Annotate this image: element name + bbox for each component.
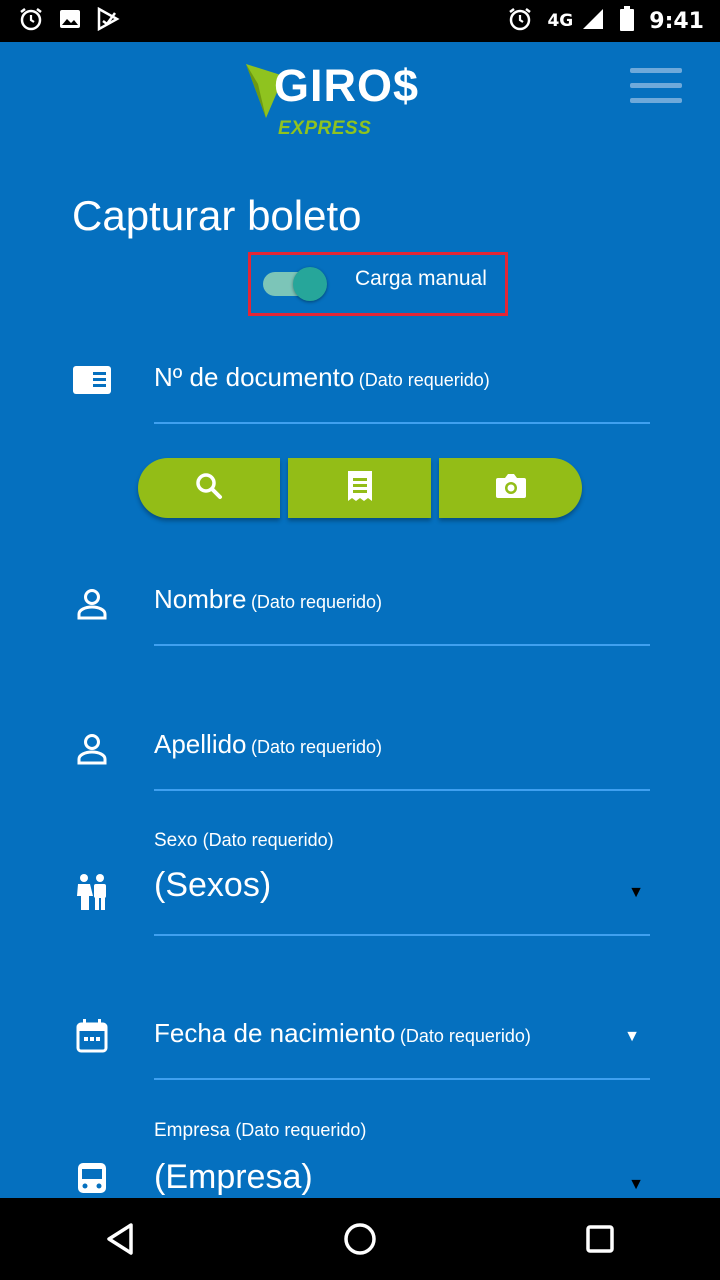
image-icon — [58, 7, 82, 35]
sexo-label: Sexo (Dato requerido) — [154, 830, 334, 852]
dropdown-caret-icon: ▼ — [628, 884, 644, 901]
alarm-icon — [18, 6, 44, 36]
calendar-icon — [72, 1016, 112, 1056]
nombre-required-hint: (Dato requerido) — [250, 592, 382, 612]
empresa-label: Empresa (Dato requerido) — [154, 1120, 366, 1142]
battery-icon — [619, 6, 635, 36]
birth-date-label: Fecha de nacimiento — [154, 1018, 396, 1048]
home-icon — [344, 1223, 376, 1255]
camera-button[interactable] — [439, 458, 582, 518]
back-button[interactable] — [90, 1209, 150, 1269]
manual-load-label: Carga manual — [355, 267, 487, 290]
back-icon — [107, 1223, 133, 1255]
receipt-icon — [346, 470, 374, 506]
dropdown-caret-icon: ▼ — [628, 1176, 644, 1193]
nombre-field[interactable]: Nombre (Dato requerido) — [154, 584, 650, 646]
logo-text: GIRO$ — [274, 60, 420, 111]
signal-icon — [581, 7, 605, 35]
empresa-label-text: Empresa — [154, 1120, 231, 1141]
document-required-hint: (Dato requerido) — [358, 370, 490, 390]
sexo-label-text: Sexo — [154, 830, 198, 851]
sexo-select[interactable]: (Sexos) ▼ — [154, 866, 650, 936]
sexo-value: (Sexos) — [154, 866, 272, 904]
system-navigation-bar — [0, 1198, 720, 1280]
apellido-field[interactable]: Apellido (Dato requerido) — [154, 729, 650, 791]
nombre-label: Nombre — [154, 584, 247, 614]
id-card-icon — [72, 360, 112, 400]
clock: 9:41 — [649, 8, 704, 34]
person-icon — [72, 584, 112, 624]
document-actions — [138, 458, 584, 520]
document-number-label: Nº de documento — [154, 362, 355, 392]
birth-date-required-hint: (Dato requerido) — [399, 1026, 531, 1046]
birth-date-field[interactable]: Fecha de nacimiento (Dato requerido) ▼ — [154, 1018, 650, 1080]
network-type: 4G — [547, 11, 574, 31]
sexo-required-hint: (Dato requerido) — [202, 830, 334, 850]
empresa-value: (Empresa) — [154, 1158, 313, 1196]
manual-load-toggle-highlight: Carga manual — [248, 252, 508, 316]
document-number-field[interactable]: Nº de documento (Dato requerido) — [154, 362, 650, 424]
app-logo: GIRO$ EXPRESS — [244, 60, 454, 150]
apellido-label: Apellido — [154, 729, 247, 759]
bus-icon — [72, 1160, 112, 1200]
play-store-icon — [96, 6, 120, 35]
hamburger-menu-button[interactable] — [630, 68, 682, 108]
recents-icon — [586, 1225, 614, 1253]
alarm-status-icon — [507, 6, 533, 36]
person-icon — [72, 729, 112, 769]
search-icon — [195, 472, 223, 505]
app-header: GIRO$ EXPRESS — [0, 42, 720, 152]
manual-load-switch[interactable] — [261, 267, 329, 303]
search-document-button[interactable] — [138, 458, 280, 518]
empresa-required-hint: (Dato requerido) — [235, 1120, 367, 1140]
dropdown-caret-icon: ▼ — [624, 1028, 640, 1045]
camera-icon — [495, 472, 527, 505]
receipt-button[interactable] — [288, 458, 431, 518]
gender-icon — [72, 872, 112, 912]
status-bar: 4G 9:41 — [0, 0, 720, 42]
home-button[interactable] — [330, 1209, 390, 1269]
page-title: Capturar boleto — [72, 192, 362, 239]
apellido-required-hint: (Dato requerido) — [250, 737, 383, 757]
recents-button[interactable] — [570, 1209, 630, 1269]
logo-subtext: EXPRESS — [278, 118, 372, 139]
